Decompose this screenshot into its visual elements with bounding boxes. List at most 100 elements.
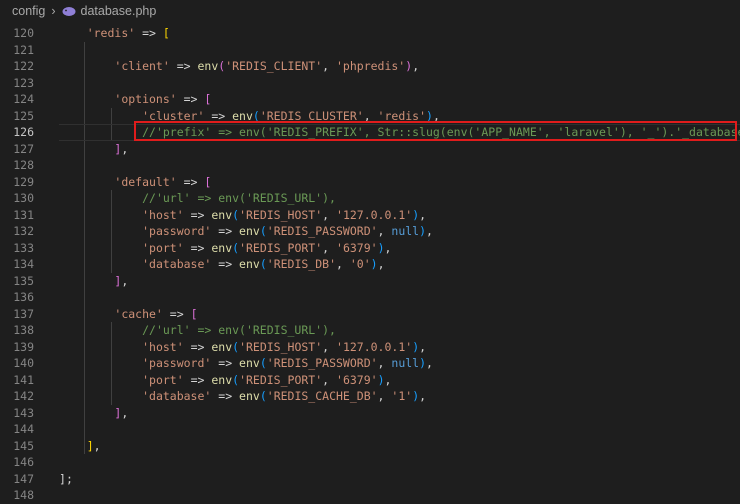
code-token: ] xyxy=(86,438,94,453)
code-token: => xyxy=(183,372,212,387)
code-token: ( xyxy=(259,224,267,238)
code-token: , xyxy=(377,257,385,271)
code-line[interactable]: 143 ], xyxy=(0,405,740,422)
code-token: [ xyxy=(162,26,170,40)
code-line[interactable]: 148 xyxy=(0,487,740,504)
code-token: => xyxy=(183,240,212,255)
line-number: 120 xyxy=(13,26,34,40)
code-token: , xyxy=(322,372,337,387)
code-line[interactable]: 133 'port' => env('REDIS_PORT', '6379'), xyxy=(0,240,740,257)
code-token: 'REDIS_HOST' xyxy=(239,207,323,222)
code-token: , xyxy=(412,59,420,73)
code-token: 'host' xyxy=(142,339,184,354)
code-token: , xyxy=(93,438,101,453)
code-token: => xyxy=(211,224,240,238)
line-number: 133 xyxy=(13,240,34,255)
code-text: 'cache' => [ xyxy=(59,306,197,323)
code-token: => xyxy=(169,59,198,73)
code-line[interactable]: 122 'client' => env('REDIS_CLIENT', 'php… xyxy=(0,58,740,75)
php-file-icon xyxy=(62,6,76,16)
chevron-right-icon: › xyxy=(51,4,56,18)
code-token: ) xyxy=(419,224,427,238)
code-token: 'host' xyxy=(142,207,184,222)
code-token: ] xyxy=(59,471,66,486)
code-text: ]; xyxy=(59,471,73,488)
code-line[interactable]: 145 ], xyxy=(0,438,740,455)
code-line[interactable]: 136 xyxy=(0,289,740,306)
code-text: 'client' => env('REDIS_CLIENT', 'phpredi… xyxy=(59,58,419,75)
line-number: 144 xyxy=(13,422,34,436)
line-number: 138 xyxy=(13,323,34,337)
line-number: 128 xyxy=(13,158,34,172)
code-line[interactable]: 140 'password' => env('REDIS_PASSWORD', … xyxy=(0,355,740,372)
code-line[interactable]: 124 'options' => [ xyxy=(0,91,740,108)
code-token: 'REDIS_HOST' xyxy=(239,339,323,354)
line-number: 135 xyxy=(13,273,34,288)
code-text: 'database' => env('REDIS_DB', '0'), xyxy=(59,256,385,273)
code-line[interactable]: 132 'password' => env('REDIS_PASSWORD', … xyxy=(0,223,740,240)
code-token: , xyxy=(419,207,427,222)
code-line[interactable]: 134 'database' => env('REDIS_DB', '0'), xyxy=(0,256,740,273)
line-number: 147 xyxy=(13,471,34,486)
code-line[interactable]: 146 xyxy=(0,454,740,471)
breadcrumb-file[interactable]: database.php xyxy=(81,4,157,18)
code-token: 'password' xyxy=(142,224,212,238)
code-line[interactable]: 139 'host' => env('REDIS_HOST', '127.0.0… xyxy=(0,339,740,356)
code-text: 'host' => env('REDIS_HOST', '127.0.0.1')… xyxy=(59,339,426,356)
code-token: 'phpredis' xyxy=(336,59,406,73)
code-line[interactable]: 147]; xyxy=(0,471,740,488)
code-line[interactable]: 131 'host' => env('REDIS_HOST', '127.0.0… xyxy=(0,207,740,224)
line-number: 140 xyxy=(13,356,34,370)
code-line[interactable]: 142 'database' => env('REDIS_CACHE_DB', … xyxy=(0,388,740,405)
code-token: [ xyxy=(204,174,212,189)
code-token: => xyxy=(162,306,191,321)
code-line[interactable]: 120 'redis' => [ xyxy=(0,25,740,42)
code-token: env xyxy=(239,257,260,271)
code-token: , xyxy=(121,141,129,156)
code-token: , xyxy=(322,339,337,354)
code-line[interactable]: 135 ], xyxy=(0,273,740,290)
line-number: 146 xyxy=(13,455,34,469)
code-line[interactable]: 138 //'url' => env('REDIS_URL'), xyxy=(0,322,740,339)
code-line[interactable]: 121 xyxy=(0,42,740,59)
code-token: , xyxy=(322,207,337,222)
line-number: 129 xyxy=(13,174,34,189)
code-token: => xyxy=(183,339,212,354)
code-token: => xyxy=(211,389,240,403)
code-text: 'options' => [ xyxy=(59,91,211,108)
code-line[interactable]: 129 'default' => [ xyxy=(0,174,740,191)
code-token: 'REDIS_PORT' xyxy=(239,372,323,387)
code-token: ) xyxy=(419,356,427,370)
code-line[interactable]: 141 'port' => env('REDIS_PORT', '6379'), xyxy=(0,372,740,389)
code-token: '6379' xyxy=(336,372,378,387)
line-number: 137 xyxy=(13,306,34,321)
code-line[interactable]: 130 //'url' => env('REDIS_URL'), xyxy=(0,190,740,207)
code-token: => xyxy=(211,257,240,271)
code-token: , xyxy=(322,59,336,73)
code-token: '6379' xyxy=(336,240,378,255)
code-line[interactable]: 137 'cache' => [ xyxy=(0,306,740,323)
code-token: 'client' xyxy=(114,59,170,73)
code-token: => xyxy=(183,207,212,222)
breadcrumb-folder[interactable]: config xyxy=(12,4,45,18)
code-token: 'port' xyxy=(142,372,184,387)
code-token: ) xyxy=(377,240,385,255)
code-text: 'redis' => [ xyxy=(59,25,170,42)
code-editor[interactable]: 120 'redis' => [121 122 'client' => env('… xyxy=(0,22,740,502)
code-line[interactable]: 128 xyxy=(0,157,740,174)
code-line[interactable]: 127 ], xyxy=(0,141,740,158)
code-token: => xyxy=(176,92,205,106)
code-line[interactable]: 144 xyxy=(0,421,740,438)
code-line[interactable]: 123 xyxy=(0,75,740,92)
code-token: env xyxy=(239,224,260,238)
